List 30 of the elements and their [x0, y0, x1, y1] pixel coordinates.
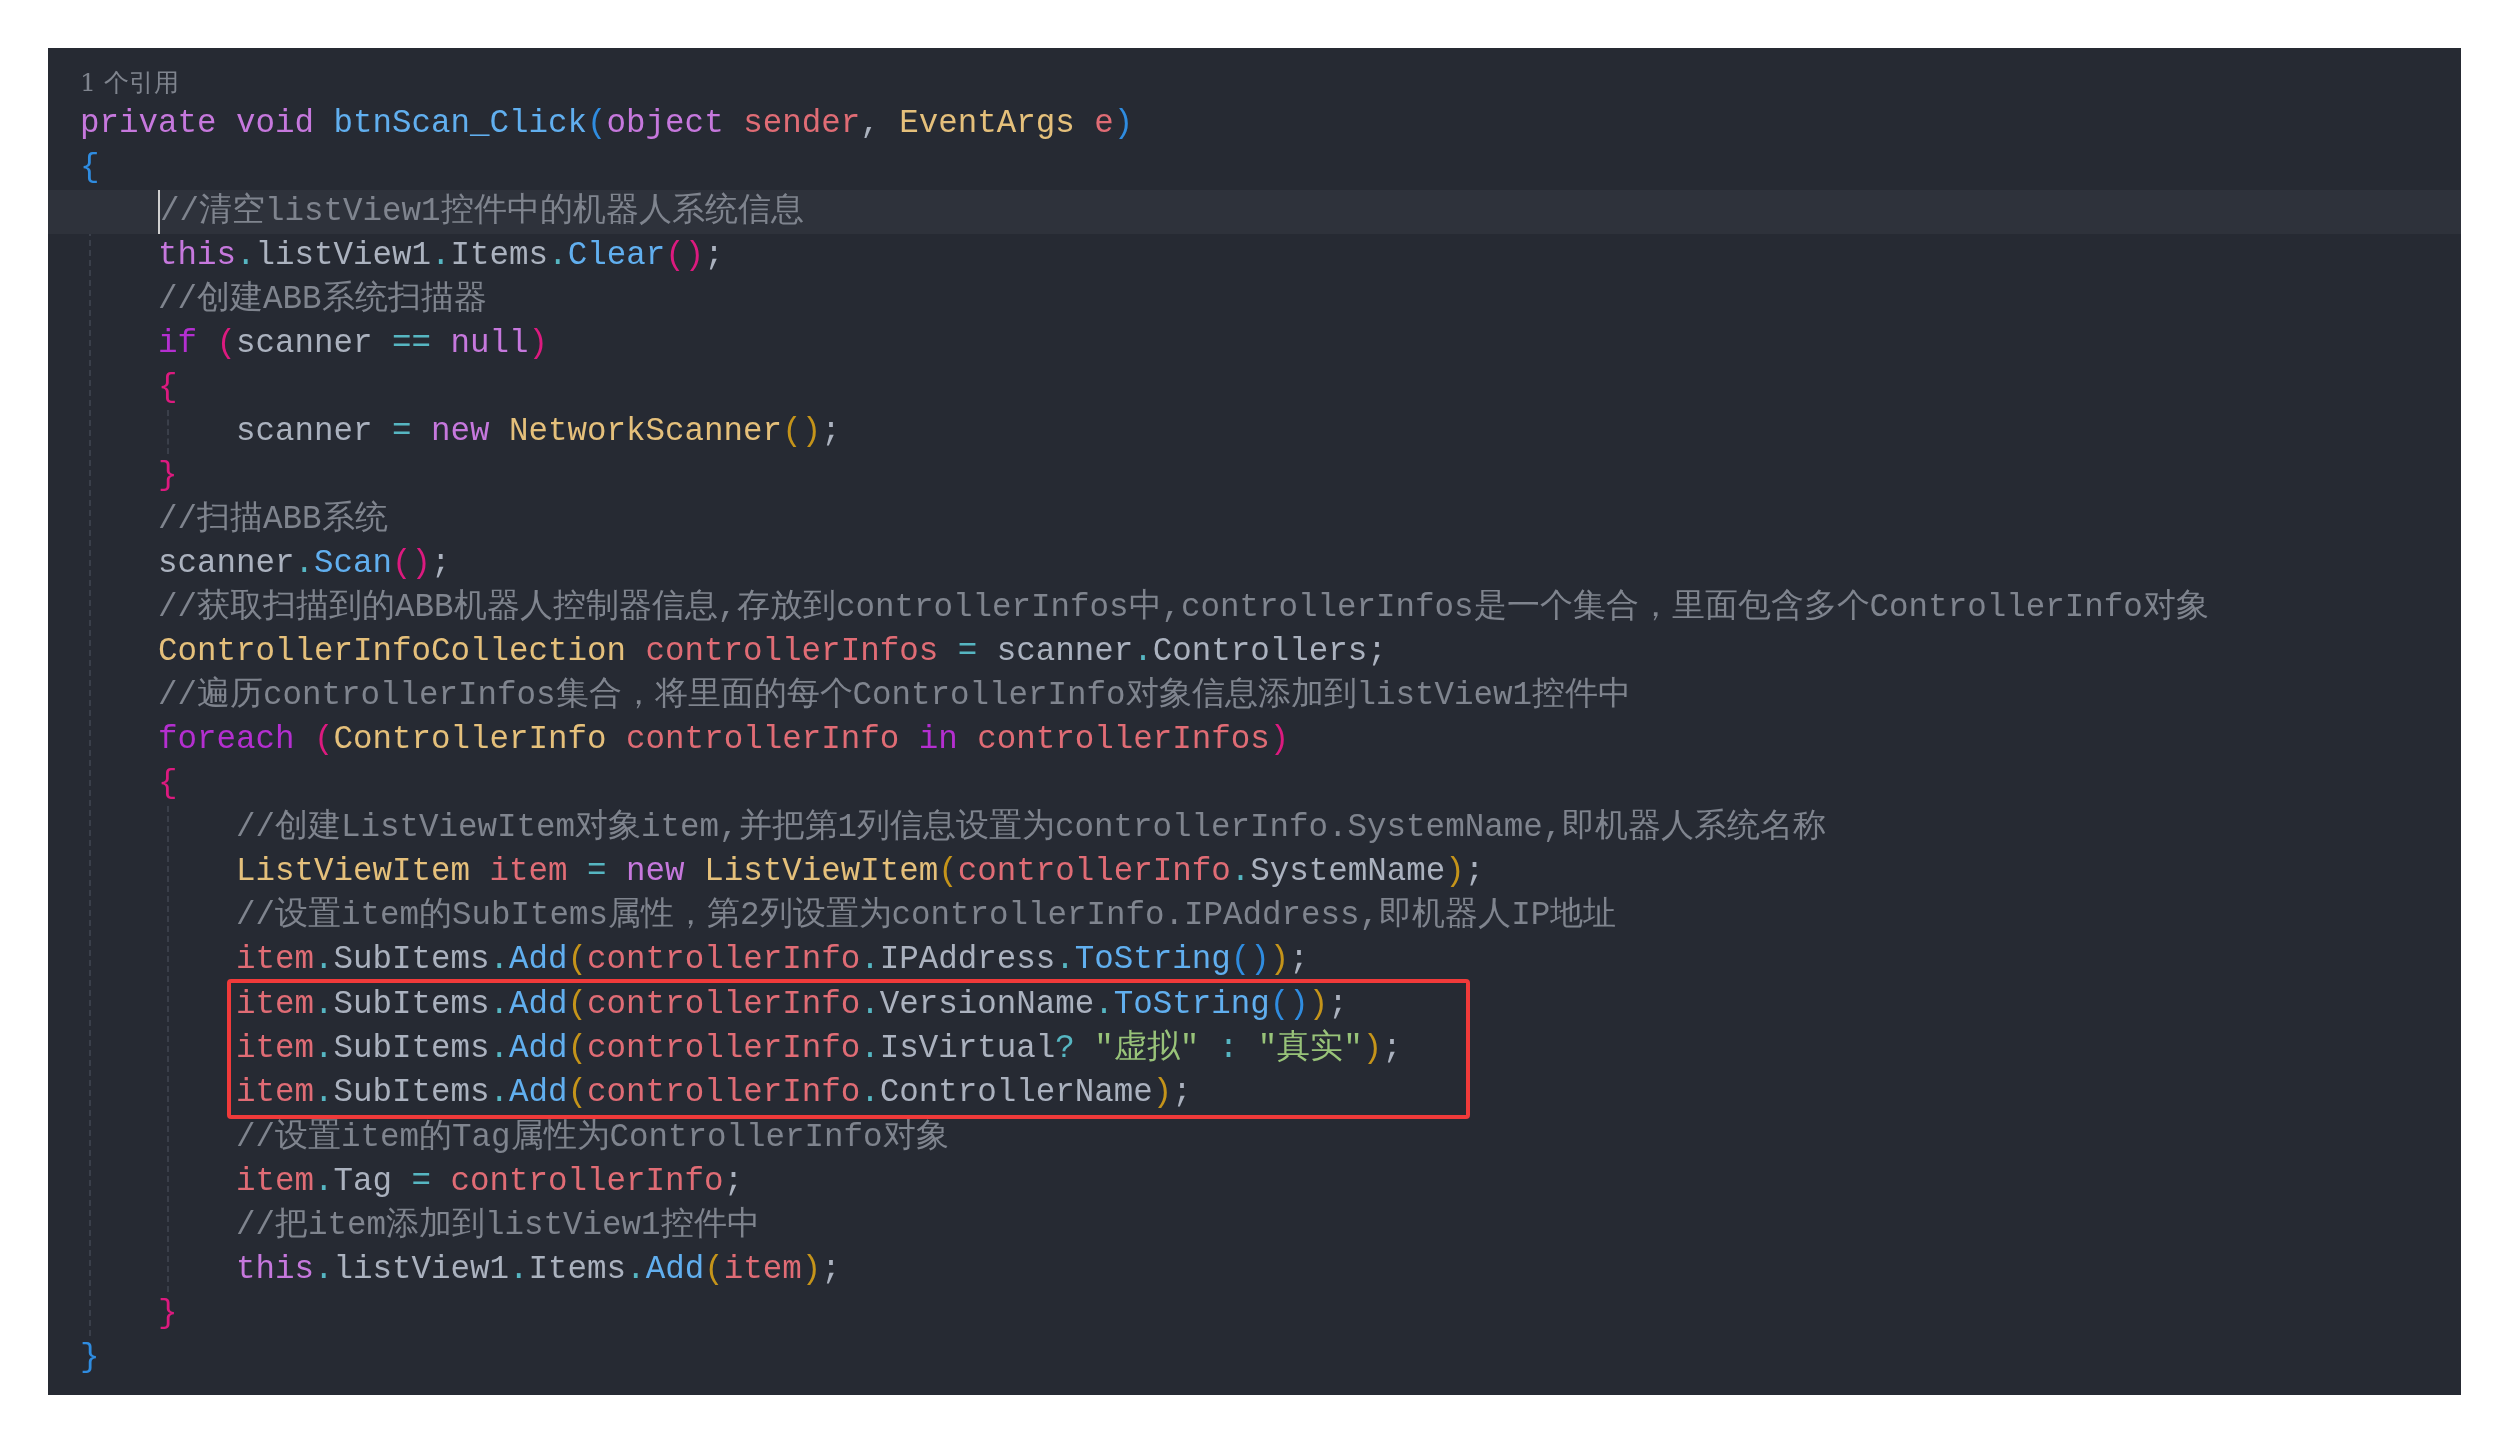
code-line: ControllerInfoCollection controllerInfos = scanner.Controllers;	[158, 632, 1387, 672]
code-line: }	[80, 1338, 100, 1378]
code-line: //设置item的SubItems属性，第2列设置为controllerInfo.IPAddress,即机器人IP地址	[236, 896, 1617, 936]
code-line: item.SubItems.Add(controllerInfo.IPAddress.ToString());	[236, 940, 1309, 980]
code-line: //遍历controllerInfos集合，将里面的每个ControllerInfo对象信息添加到listView1控件中	[158, 675, 1632, 716]
reference-count[interactable]: 1 个引用	[80, 64, 179, 102]
code-line: foreach (ControllerInfo controllerInfo in controllerInfos)	[158, 720, 1290, 760]
code-line: //设置item的Tag属性为ControllerInfo对象	[236, 1118, 949, 1158]
code-line: {	[158, 764, 178, 804]
code-line: if (scanner == null)	[158, 324, 549, 364]
code-line: scanner = new NetworkScanner();	[236, 412, 841, 452]
code-line: item.Tag = controllerInfo;	[236, 1162, 744, 1202]
code-line: {	[158, 368, 178, 408]
code-line: item.SubItems.Add(controllerInfo.VersionName.ToString());	[236, 985, 1348, 1025]
code-line: private void btnScan_Click(object sender, EventArgs e)	[80, 104, 1134, 144]
code-line: //创建ListViewItem对象item,并把第1列信息设置为controllerInfo.SystemName,即机器人系统名称	[236, 807, 1827, 848]
code-line: //获取扫描到的ABB机器人控制器信息,存放到controllerInfos中,controllerInfos是一个集合，里面包含多个ControllerInfo对象	[158, 587, 2209, 628]
code-line: //把item添加到listView1控件中	[236, 1206, 760, 1246]
code-line: //清空listView1控件中的机器人系统信息	[158, 190, 804, 234]
code-line: item.SubItems.Add(controllerInfo.IsVirtual? "虚拟" : "真实");	[236, 1028, 1402, 1069]
code-line: scanner.Scan();	[158, 544, 451, 584]
code-line: }	[158, 456, 178, 496]
code-line: }	[158, 1294, 178, 1334]
code-line: //扫描ABB系统	[158, 499, 388, 540]
code-line: item.SubItems.Add(controllerInfo.ControllerName);	[236, 1073, 1192, 1113]
code-line: this.listView1.Items.Add(item);	[236, 1250, 841, 1290]
code-line: //创建ABB系统扫描器	[158, 279, 487, 320]
code-line: this.listView1.Items.Clear();	[158, 236, 724, 276]
code-line: {	[80, 148, 100, 188]
code-line: ListViewItem item = new ListViewItem(controllerInfo.SystemName);	[236, 852, 1485, 892]
